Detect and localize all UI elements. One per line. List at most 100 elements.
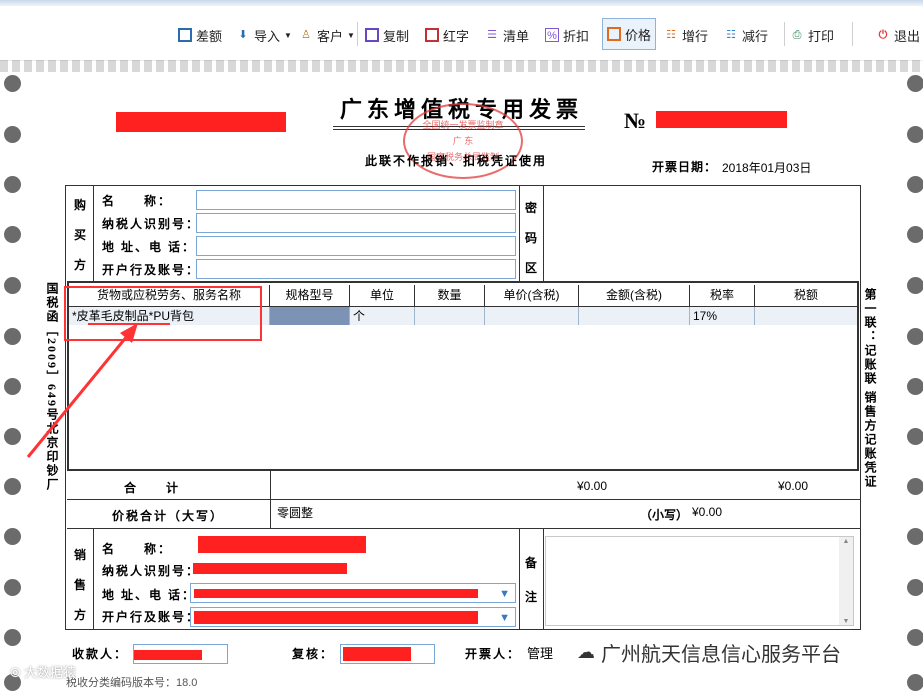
perforation-hole xyxy=(907,226,923,243)
perforation-hole xyxy=(907,328,923,345)
watermark-left: ⦾ 大数据猿 xyxy=(10,665,77,680)
discount-icon: % xyxy=(545,28,559,42)
divider xyxy=(543,528,544,630)
divider xyxy=(93,185,94,281)
toolbar-separator xyxy=(852,22,853,46)
table-icon xyxy=(178,28,192,42)
col-header-unit-price: 单价(含税) xyxy=(485,285,579,306)
seller-taxid-label: 纳税人识别号： xyxy=(102,564,201,578)
list-icon: ☰ xyxy=(487,29,497,41)
print-button[interactable]: ⎙ 打印 xyxy=(790,20,834,50)
perforation-hole xyxy=(4,226,21,243)
col-header-spec: 规格型号 xyxy=(270,285,350,306)
seller-bank-label: 开户行及账号： xyxy=(102,610,201,624)
import-icon: ⬇ xyxy=(238,29,248,41)
redacted-seller-taxid xyxy=(193,563,347,574)
diff-button[interactable]: 差额 xyxy=(178,20,222,50)
scrollbar[interactable]: ▲ ▼ xyxy=(839,537,853,625)
col-header-unit: 单位 xyxy=(350,285,415,306)
drawer-value: 管理 xyxy=(527,646,554,661)
add-row-button[interactable]: ☷ 增行 xyxy=(664,20,708,50)
divider xyxy=(270,471,271,528)
chevron-down-icon[interactable]: ▼ xyxy=(839,617,853,625)
drawer-label: 开票人： xyxy=(465,647,522,661)
remove-row-icon: ☷ xyxy=(726,29,736,41)
perforation-rail-right xyxy=(887,60,923,691)
exit-button[interactable]: ⏻ 退出 xyxy=(876,20,920,50)
reviewer-field[interactable] xyxy=(340,644,435,664)
chevron-down-icon[interactable]: ▼ xyxy=(499,609,510,627)
cell-unit[interactable]: 个 xyxy=(350,307,415,325)
perforation-hole xyxy=(907,428,923,445)
buyer-name-label: 名 称： xyxy=(102,194,173,208)
perforation-hole xyxy=(907,75,923,92)
perforation-hole xyxy=(907,629,923,646)
perforation-hole xyxy=(907,277,923,294)
price-tax-total-label: 价税合计（大写） xyxy=(112,509,225,523)
remark-label: 备 注 xyxy=(524,556,537,604)
price-tax-total-upper: 零圆整 xyxy=(277,506,314,520)
wechat-icon: ☁ xyxy=(577,642,595,662)
perforation-hole xyxy=(907,478,923,495)
seller-name-label: 名 称： xyxy=(102,542,173,556)
lower-label: （小写） xyxy=(640,508,689,522)
redacted-seller-bank xyxy=(194,611,478,624)
redacted-payee xyxy=(134,650,202,660)
seller-bank-field[interactable]: ▼ xyxy=(190,607,516,627)
payee-field[interactable] xyxy=(133,644,228,664)
invoice-subtitle: 此联不作报销、扣税凭证使用 xyxy=(365,154,548,168)
toolbar-separator xyxy=(357,22,358,46)
price-icon xyxy=(607,27,621,41)
chevron-down-icon[interactable]: ▼ xyxy=(499,585,510,603)
total-label: 合 计 xyxy=(124,481,181,495)
invoice-no-label: № xyxy=(624,108,647,133)
perforation-hole xyxy=(4,378,21,395)
customer-button[interactable]: ♙ 客户 ▼ xyxy=(299,20,355,50)
date-value: 2018年01月03日 xyxy=(722,161,812,175)
red-invoice-button[interactable]: 红字 xyxy=(425,20,469,50)
buyer-name-field[interactable] xyxy=(196,190,516,210)
date-label: 开票日期： xyxy=(652,160,718,174)
cell-qty[interactable] xyxy=(415,307,485,325)
watermark-logo-icon: ⦾ xyxy=(10,665,21,680)
price-tax-total-lower: ¥0.00 xyxy=(692,505,723,519)
redacted-code xyxy=(116,112,286,132)
toolbar-stripe xyxy=(0,0,923,6)
buyer-address-field[interactable] xyxy=(196,236,516,256)
buyer-bank-label: 开户行及账号： xyxy=(102,263,201,277)
copy-button[interactable]: 复制 xyxy=(365,20,409,50)
cell-unit-price[interactable] xyxy=(485,307,579,325)
cell-spec[interactable] xyxy=(270,307,350,325)
divider xyxy=(67,471,861,500)
buyer-bank-field[interactable] xyxy=(196,259,516,279)
price-button[interactable]: 价格 xyxy=(602,18,657,50)
col-header-qty: 数量 xyxy=(415,285,485,306)
watermark-right: ☁ 广州航天信息信心服务平台 xyxy=(577,642,841,666)
reviewer-label: 复核： xyxy=(292,647,335,661)
paper-edge xyxy=(0,60,923,72)
buyer-taxid-label: 纳税人识别号： xyxy=(102,217,201,231)
total-tax: ¥0.00 xyxy=(778,479,809,493)
chevron-down-icon: ▼ xyxy=(347,30,355,40)
power-icon: ⏻ xyxy=(878,29,888,41)
perforation-hole xyxy=(4,428,21,445)
perforation-hole xyxy=(907,176,923,193)
remove-row-button[interactable]: ☷ 减行 xyxy=(724,20,768,50)
cell-tax[interactable] xyxy=(755,307,857,325)
discount-button[interactable]: % 折扣 xyxy=(545,20,589,50)
import-button[interactable]: ⬇ 导入 ▼ xyxy=(236,20,292,50)
cell-rate[interactable]: 17% xyxy=(690,307,755,325)
redacted-invoice-no xyxy=(656,111,787,128)
cell-amount[interactable] xyxy=(579,307,690,325)
perforation-hole xyxy=(4,478,21,495)
chevron-up-icon[interactable]: ▲ xyxy=(839,537,853,545)
seller-address-field[interactable]: ▼ xyxy=(190,583,516,603)
perforation-hole xyxy=(907,378,923,395)
divider xyxy=(519,185,520,281)
list-button[interactable]: ☰ 清单 xyxy=(485,20,529,50)
perforation-hole xyxy=(4,75,21,92)
red-invoice-icon xyxy=(425,28,439,42)
remark-textarea[interactable]: ▲ ▼ xyxy=(545,536,854,626)
perforation-hole xyxy=(4,579,21,596)
buyer-taxid-field[interactable] xyxy=(196,213,516,233)
